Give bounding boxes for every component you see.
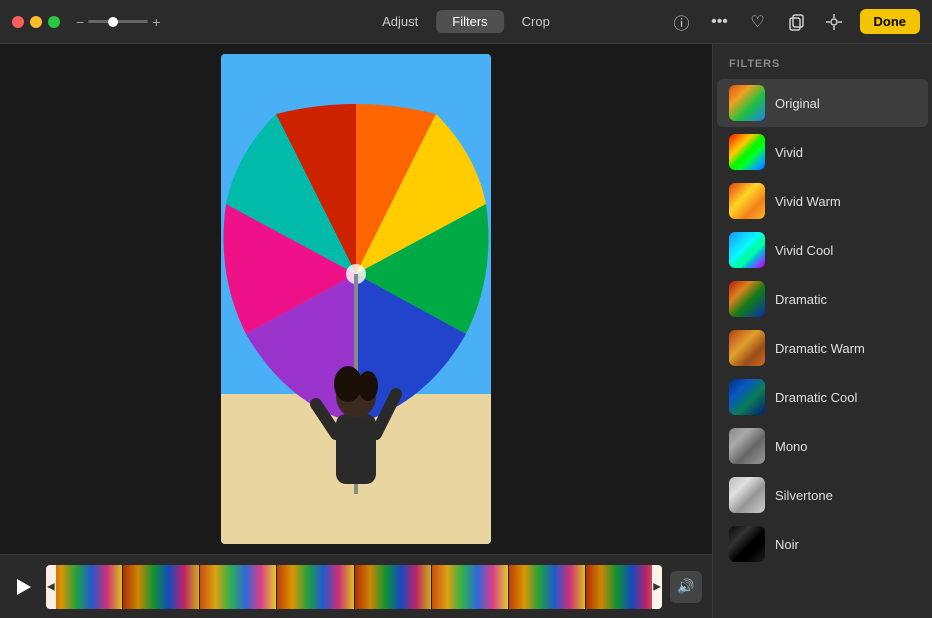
filter-thumb-img-dramatic-cool [729,379,765,415]
frame-3 [200,565,276,609]
filter-item-noir[interactable]: Noir [717,520,928,568]
filter-item-vivid-warm[interactable]: Vivid Warm [717,177,928,225]
filter-name-mono: Mono [775,439,808,454]
filter-name-noir: Noir [775,537,799,552]
filter-thumb-img-vivid [729,134,765,170]
timeline[interactable]: ◀ ▶ [46,565,662,609]
zoom-slider[interactable]: − + [76,14,160,30]
filter-thumb-dramatic-cool [729,379,765,415]
zoom-thumb[interactable] [108,17,118,27]
done-button[interactable]: Done [860,9,921,34]
zoom-minus-icon[interactable]: − [76,14,84,30]
info-icon[interactable]: ⓘ [670,10,694,34]
filter-item-original[interactable]: Original [717,79,928,127]
filter-thumb-img-mono [729,428,765,464]
favorite-icon[interactable]: ♡ [746,10,770,34]
titlebar: − + Adjust Filters Crop ⓘ ••• ♡ [0,0,932,44]
filter-name-dramatic: Dramatic [775,292,827,307]
filter-name-original: Original [775,96,820,111]
filter-name-dramatic-warm: Dramatic Warm [775,341,865,356]
filter-item-dramatic[interactable]: Dramatic [717,275,928,323]
minimize-button[interactable] [30,16,42,28]
filter-thumb-img-noir [729,526,765,562]
duplicate-icon[interactable] [784,10,808,34]
timeline-arrow-right: ▶ [653,581,661,592]
filter-item-vivid[interactable]: Vivid [717,128,928,176]
filter-thumb-noir [729,526,765,562]
filter-thumb-vivid-cool [729,232,765,268]
frame-2 [123,565,199,609]
volume-icon: 🔊 [677,578,694,595]
crop-button[interactable]: Crop [506,10,566,33]
traffic-lights [12,16,60,28]
volume-button[interactable]: 🔊 [670,571,702,603]
filter-item-vivid-cool[interactable]: Vivid Cool [717,226,928,274]
more-icon[interactable]: ••• [708,10,732,34]
adjust-button[interactable]: Adjust [366,10,434,33]
filter-name-vivid-cool: Vivid Cool [775,243,833,258]
filter-item-dramatic-cool[interactable]: Dramatic Cool [717,373,928,421]
frame-4 [277,565,353,609]
filter-thumb-original [729,85,765,121]
frame-1 [46,565,122,609]
video-controls: ◀ ▶ 🔊 [0,554,712,618]
filter-name-silvertone: Silvertone [775,488,833,503]
filter-thumb-vivid-warm [729,183,765,219]
filter-name-vivid: Vivid [775,145,803,160]
timeline-arrow-left: ◀ [47,581,55,592]
frame-8 [586,565,662,609]
filter-list: Original Vivid Vivid Warm Vivid Cool Dramati… [713,78,932,618]
filters-sidebar: FILTERS Original Vivid Vivid Warm Vivid Coo… [712,44,932,618]
filter-name-vivid-warm: Vivid Warm [775,194,841,209]
filter-thumb-mono [729,428,765,464]
main-content: ◀ ▶ 🔊 FILTERS Original Vivid Vivid Warm Viv… [0,44,932,618]
play-button[interactable] [10,573,38,601]
filter-item-silvertone[interactable]: Silvertone [717,471,928,519]
filter-thumb-silvertone [729,477,765,513]
timeline-frames [46,565,662,609]
extensions-icon[interactable] [822,10,846,34]
umbrella-image [221,54,491,544]
frame-5 [355,565,431,609]
filter-thumb-dramatic [729,281,765,317]
filters-button[interactable]: Filters [436,10,503,33]
maximize-button[interactable] [48,16,60,28]
filter-thumb-img-silvertone [729,477,765,513]
filter-thumb-img-vivid-warm [729,183,765,219]
video-frame [221,54,491,544]
close-button[interactable] [12,16,24,28]
video-preview [0,44,712,554]
zoom-track[interactable] [88,20,148,23]
filter-thumb-img-original [729,85,765,121]
filter-name-dramatic-cool: Dramatic Cool [775,390,857,405]
filter-thumb-vivid [729,134,765,170]
filter-thumb-img-vivid-cool [729,232,765,268]
filter-thumb-dramatic-warm [729,330,765,366]
toolbar-center: Adjust Filters Crop [366,10,566,33]
frame-7 [509,565,585,609]
filter-item-mono[interactable]: Mono [717,422,928,470]
filter-thumb-img-dramatic-warm [729,330,765,366]
filters-section-label: FILTERS [713,52,932,78]
filter-item-dramatic-warm[interactable]: Dramatic Warm [717,324,928,372]
frame-6 [432,565,508,609]
filter-thumb-img-dramatic [729,281,765,317]
toolbar-right: ⓘ ••• ♡ Done [670,9,921,34]
umbrella-scene [221,54,491,544]
zoom-plus-icon[interactable]: + [152,14,160,30]
video-area: ◀ ▶ 🔊 [0,44,712,618]
